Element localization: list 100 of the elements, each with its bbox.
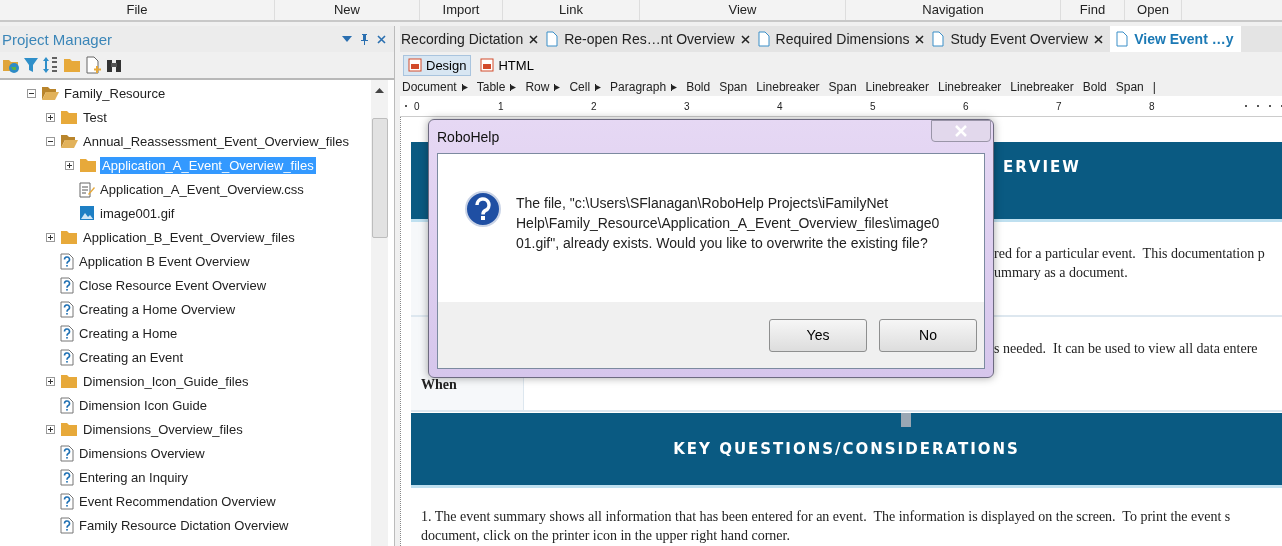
open-folder-icon [41, 85, 59, 101]
tree-item[interactable]: Creating a Home Overview [77, 300, 238, 318]
help-page-icon [60, 348, 74, 366]
dialog-button[interactable]: No [879, 318, 977, 352]
menu-item[interactable]: File [0, 0, 275, 20]
page-icon [480, 58, 495, 72]
menu-item[interactable]: Find [1061, 0, 1125, 20]
document-tab[interactable]: Re-open Res…nt Overview [545, 26, 757, 52]
help-page-icon [60, 468, 74, 486]
breadcrumb-item[interactable]: Linebreaker [937, 80, 1002, 94]
help-page-icon [60, 444, 74, 462]
view-mode-button[interactable]: Design [403, 54, 472, 76]
section-heading: ERVIEW [1003, 158, 1081, 176]
section-heading: KEY QUESTIONS/CONSIDERATIONS [673, 440, 1020, 458]
filter-icon[interactable] [23, 56, 39, 74]
close-icon[interactable] [915, 34, 925, 44]
breadcrumb-item[interactable]: Bold [686, 80, 711, 94]
help-page-icon [60, 324, 74, 342]
folder-icon [60, 421, 78, 437]
breadcrumb-item[interactable]: Row [525, 80, 561, 94]
close-icon[interactable] [1094, 34, 1104, 44]
tree-item[interactable]: Dimensions Overview [77, 444, 207, 462]
tree-item[interactable]: Dimensions_Overview_files [81, 420, 245, 438]
tree-item[interactable]: Dimension Icon Guide [77, 396, 209, 414]
breadcrumb-item[interactable]: Document [402, 80, 468, 94]
tree-item[interactable]: Annual_Reassessment_Event_Overview_files [81, 132, 351, 150]
tree-item[interactable]: Entering an Inquiry [77, 468, 191, 486]
view-mode-button[interactable]: HTML [475, 54, 539, 76]
dialog-button[interactable]: Yes [769, 318, 867, 352]
tree-item[interactable]: Creating an Event [77, 348, 186, 366]
menu-item[interactable]: Link [503, 0, 640, 20]
expander-icon[interactable] [46, 136, 55, 146]
body-text: document, click on the printer icon in the upper right hand corner. [421, 527, 791, 545]
image-file-icon [79, 205, 95, 221]
question-icon [464, 190, 502, 228]
tree-item[interactable]: Family_Resource [62, 84, 168, 102]
tree-item[interactable]: Event Recommendation Overview [77, 492, 278, 510]
expander-icon[interactable] [46, 112, 55, 122]
dropdown-icon[interactable] [342, 36, 352, 42]
expander-icon[interactable] [46, 424, 55, 434]
folder-icon [79, 157, 97, 173]
row-label: When [421, 376, 458, 394]
close-icon [954, 125, 968, 137]
body-text: red for a particular event. This documentation p [994, 245, 1265, 263]
scroll-up-icon[interactable] [375, 88, 384, 93]
breadcrumb-item[interactable]: Cell [569, 80, 602, 94]
page-icon [408, 58, 422, 72]
breadcrumb-item[interactable]: Span [828, 80, 857, 94]
help-page-icon [60, 396, 74, 414]
dialog-title: RoboHelp [437, 128, 500, 145]
expander-icon[interactable] [46, 376, 55, 386]
breadcrumb-item[interactable]: Table [476, 80, 517, 94]
sort-icon[interactable] [42, 56, 60, 74]
help-page-icon [60, 252, 74, 270]
close-icon[interactable] [529, 34, 539, 44]
tree-item[interactable]: image001.gif [98, 204, 177, 222]
expander-icon[interactable] [46, 232, 55, 242]
document-tab[interactable]: Required Dimensions [756, 26, 932, 52]
breadcrumb-item[interactable]: Linebreaker [756, 80, 820, 94]
folder-icon [60, 373, 78, 389]
tree-item[interactable]: Dimension_Icon_Guide_files [81, 372, 251, 390]
tree-item[interactable]: Application B Event Overview [77, 252, 252, 270]
body-text: s needed. It can be used to view all data entere [994, 340, 1258, 358]
tree-item[interactable]: Application_B_Event_Overview_files [81, 228, 297, 246]
menu-item[interactable]: Navigation [846, 0, 1061, 20]
pin-icon[interactable] [360, 33, 369, 45]
document-tab[interactable]: View Event …y [1110, 26, 1241, 52]
open-folder-icon [60, 133, 78, 149]
scroll-thumb[interactable] [372, 118, 388, 238]
breadcrumb-item[interactable]: Span [719, 80, 748, 94]
tree-item[interactable]: Close Resource Event Overview [77, 276, 269, 294]
panel-title: Project Manager [2, 30, 114, 48]
document-tab[interactable]: Recording Dictation [400, 26, 546, 52]
breadcrumb-item[interactable]: Paragraph [610, 80, 678, 94]
expander-icon[interactable] [65, 160, 74, 170]
table-handle[interactable] [901, 413, 911, 427]
body-text: 1. The event summary shows all information that has been entered for an event. The information is displayed on the screen. To print the event s [421, 508, 1232, 526]
tree-item[interactable]: Application_A_Event_Overview.css [98, 180, 306, 198]
tree-item[interactable]: Family Resource Dictation Overview [77, 516, 291, 534]
breadcrumb-item[interactable]: Linebreaker [1010, 80, 1074, 94]
menu-item[interactable]: Open [1125, 0, 1182, 20]
expander-icon[interactable] [27, 88, 36, 98]
close-button[interactable] [931, 120, 991, 142]
help-page-icon [60, 492, 74, 510]
menu-item[interactable]: View [640, 0, 846, 20]
help-page-icon [60, 300, 74, 318]
document-tab[interactable]: Study Event Overview [931, 26, 1111, 52]
scrollbar[interactable] [371, 80, 388, 546]
menu-item[interactable]: New [275, 0, 420, 20]
breadcrumb-item[interactable]: Bold [1082, 80, 1107, 94]
tree-item[interactable]: Creating a Home [77, 324, 180, 342]
breadcrumb-item[interactable]: | [1152, 80, 1156, 94]
breadcrumb-item[interactable]: Linebreaker [865, 80, 929, 94]
breadcrumb-item[interactable]: Span [1115, 80, 1144, 94]
menu-item[interactable]: Import [420, 0, 503, 20]
dialog-message: The file, "c:\Users\SFlanagan\RoboHelp Projects\iFamilyNet Help\Family_Resource\Application_A_Event_Overview_files\image001.gif", already exists. Would you like to overwrite the existing file? [516, 194, 941, 253]
folder-icon [60, 229, 78, 245]
tree-item[interactable]: Test [81, 108, 109, 126]
style-sheet-icon [79, 180, 95, 198]
close-icon[interactable] [740, 34, 750, 44]
